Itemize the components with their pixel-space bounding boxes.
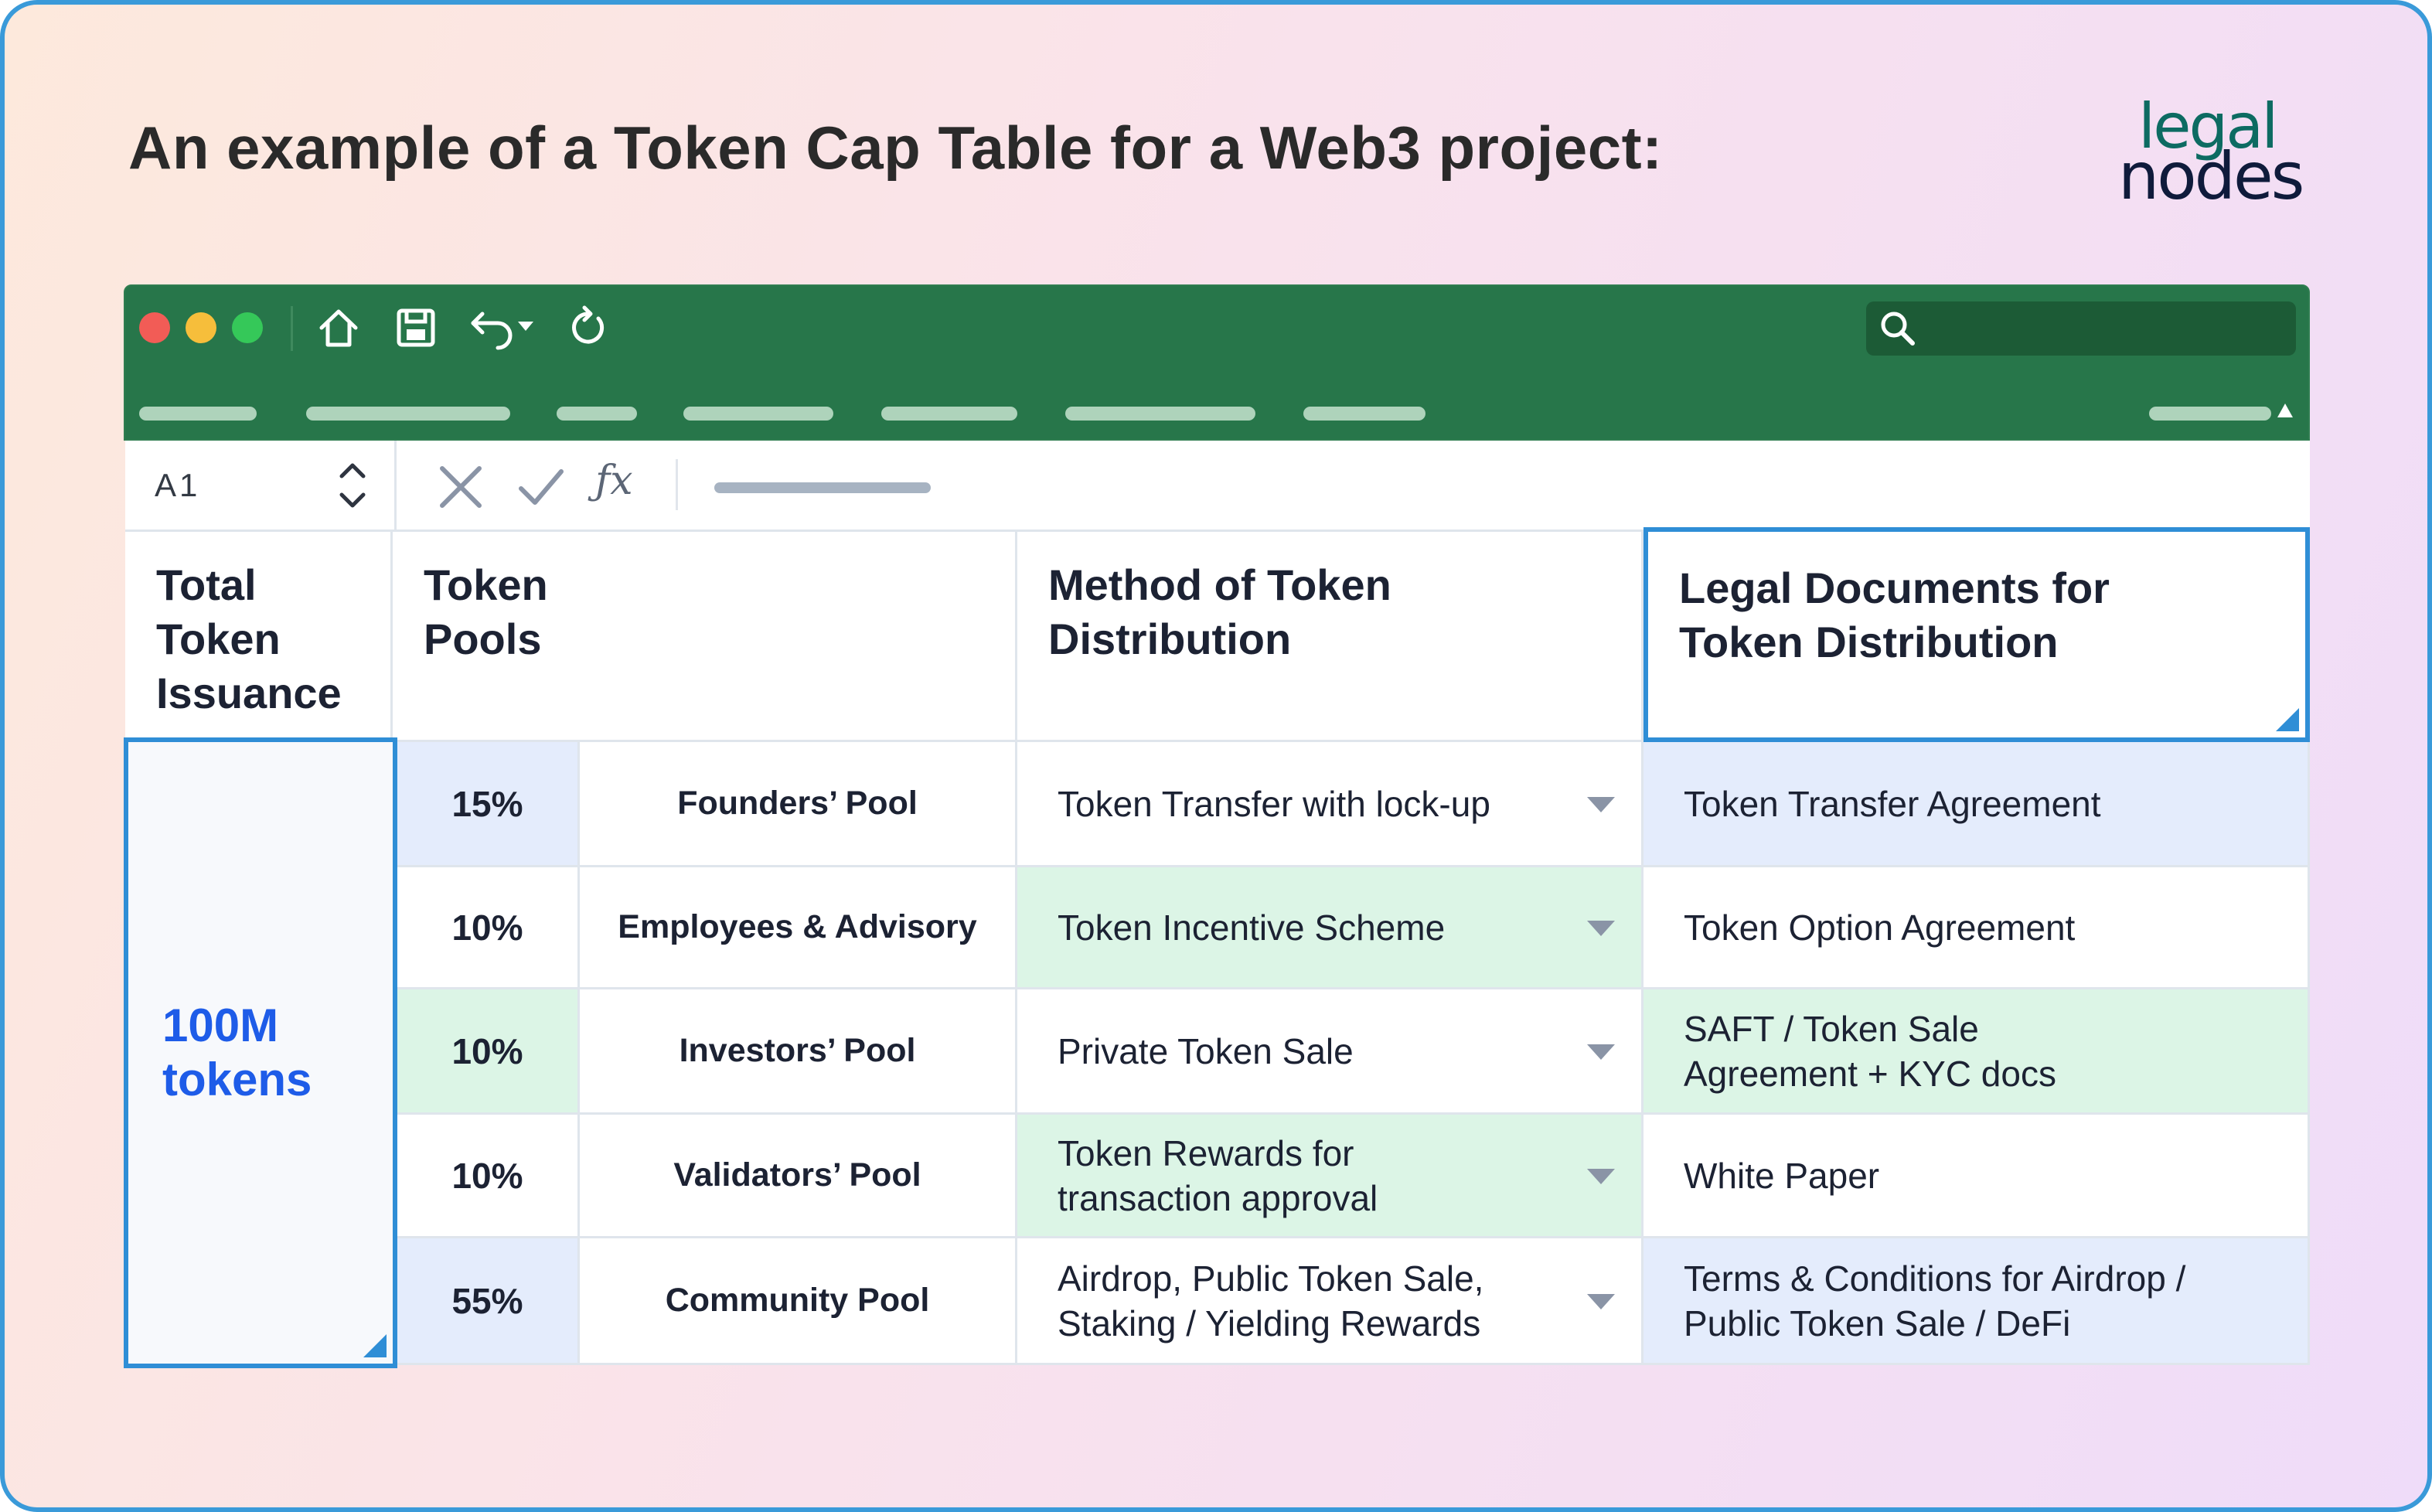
legal-document[interactable]: Terms & Conditions for Airdrop / Public … (1643, 1238, 2310, 1365)
legal-document[interactable]: Token Transfer Agreement (1643, 742, 2310, 867)
function-icon[interactable]: ƒx (595, 458, 633, 504)
distribution-method[interactable]: Token Rewards for transaction approval (1017, 1115, 1643, 1238)
legal-line: Token Transfer Agreement (1684, 783, 2101, 824)
method-line: Token Rewards for (1058, 1132, 1354, 1173)
page-title: An example of a Token Cap Table for a We… (128, 114, 1663, 182)
header-line: Legal Documents for (1679, 564, 2110, 612)
method-line: Airdrop, Public Token Sale, (1058, 1258, 1484, 1299)
header-total-issuance[interactable]: Total Token Issuance (125, 532, 393, 742)
chevron-up-down-icon[interactable] (334, 455, 371, 516)
minimize-window-button[interactable] (186, 312, 216, 343)
dropdown-arrow-icon[interactable] (1587, 796, 1615, 812)
collapse-ribbon-button[interactable] (2277, 404, 2293, 417)
legal-line: SAFT / Token Sale (1684, 1008, 1979, 1049)
header-line: Total (156, 560, 257, 609)
pool-percent[interactable]: 55% (397, 1238, 580, 1365)
method-line: Staking / Yielding Rewards (1058, 1303, 1481, 1343)
method-line: Private Token Sale (1058, 1030, 1354, 1071)
maximize-window-button[interactable] (232, 312, 263, 343)
distribution-method[interactable]: Private Token Sale (1017, 989, 1643, 1115)
legal-document[interactable]: Token Option Agreement (1643, 867, 2310, 989)
fill-handle[interactable] (363, 1334, 387, 1357)
ribbon-tab-2[interactable] (306, 407, 510, 421)
dropdown-arrow-icon[interactable] (1587, 920, 1615, 936)
method-line: Token Incentive Scheme (1058, 907, 1446, 948)
legal-document[interactable]: SAFT / Token Sale Agreement + KYC docs (1643, 989, 2310, 1115)
refresh-icon[interactable] (564, 305, 611, 351)
distribution-method[interactable]: Airdrop, Public Token Sale, Staking / Yi… (1017, 1238, 1643, 1365)
ribbon-tab-5[interactable] (881, 407, 1017, 421)
header-line: Pools (424, 615, 542, 663)
legal-line: Terms & Conditions for Airdrop / (1684, 1258, 2186, 1299)
legal-line: Public Token Sale / DeFi (1684, 1303, 2071, 1343)
home-icon[interactable] (315, 305, 362, 351)
header-line: Token (424, 560, 548, 609)
ribbon-tab-1[interactable] (139, 407, 257, 421)
formula-separator (676, 459, 678, 510)
search-icon (1881, 312, 1915, 346)
header-line: Issuance (156, 669, 342, 717)
ribbon-tab-6[interactable] (1065, 407, 1255, 421)
method-line: transaction approval (1058, 1177, 1378, 1218)
pool-percent[interactable]: 10% (397, 989, 580, 1115)
pool-name[interactable]: Validators’ Pool (580, 1115, 1017, 1238)
cell-reference: A1 (155, 467, 201, 503)
legal-line: White Paper (1684, 1155, 1880, 1196)
legal-document[interactable]: White Paper (1643, 1115, 2310, 1238)
ribbon-tab-8[interactable] (2149, 407, 2271, 421)
spreadsheet-window: A1 ƒx Total Token Issuance Token Pools M… (124, 284, 2310, 1368)
distribution-method[interactable]: Token Transfer with lock-up (1017, 742, 1643, 867)
formula-input[interactable] (714, 482, 931, 493)
formula-bar: A1 ƒx (125, 441, 2310, 532)
legal-line: Token Option Agreement (1684, 907, 2076, 948)
pool-percent[interactable]: 15% (397, 742, 580, 867)
dropdown-arrow-icon[interactable] (1587, 1168, 1615, 1184)
ribbon-tab-4[interactable] (683, 407, 833, 421)
legal-line: Agreement + KYC docs (1684, 1053, 2056, 1094)
name-box[interactable]: A1 (125, 441, 397, 530)
pool-name[interactable]: Community Pool (580, 1238, 1017, 1365)
logo-line-2: nodes (2118, 138, 2304, 214)
header-method[interactable]: Method of Token Distribution (1017, 532, 1643, 742)
legal-nodes-logo: legal nodes (2114, 96, 2314, 220)
pool-percent[interactable]: 10% (397, 867, 580, 989)
pool-name[interactable]: Investors’ Pool (580, 989, 1017, 1115)
pool-name[interactable]: Employees & Advisory (580, 867, 1017, 989)
pool-percent[interactable]: 10% (397, 1115, 580, 1238)
header-line: Method of Token (1048, 560, 1391, 609)
header-token-pools[interactable]: Token Pools (393, 532, 1017, 742)
header-line: Token (156, 615, 281, 663)
pool-name[interactable]: Founders’ Pool (580, 742, 1017, 867)
method-line: Token Transfer with lock-up (1058, 783, 1490, 824)
dropdown-arrow-icon[interactable] (1587, 1293, 1615, 1309)
header-line: Token Distribution (1679, 618, 2059, 666)
token-cap-table: Total Token Issuance Token Pools Method … (124, 527, 2310, 1368)
total-issuance-cell[interactable]: 100M tokens (124, 737, 397, 1368)
total-issuance-value: 100M (162, 999, 279, 1051)
header-legal-documents[interactable]: Legal Documents for Token Distribution (1643, 527, 2310, 742)
distribution-method[interactable]: Token Incentive Scheme (1017, 867, 1643, 989)
dropdown-arrow-icon[interactable] (1587, 1044, 1615, 1060)
toolbar-divider (291, 306, 293, 351)
header-line: Distribution (1048, 615, 1292, 663)
ribbon-tab-3[interactable] (557, 407, 637, 421)
close-window-button[interactable] (139, 312, 170, 343)
confirm-icon[interactable] (516, 462, 566, 512)
ribbon-tab-7[interactable] (1303, 407, 1425, 421)
title-bar (124, 284, 2310, 441)
save-icon[interactable] (393, 305, 439, 351)
cancel-icon[interactable] (436, 462, 485, 512)
search-box[interactable] (1866, 301, 2296, 356)
fill-handle[interactable] (2276, 708, 2299, 731)
total-issuance-unit: tokens (162, 1054, 312, 1105)
undo-icon[interactable] (465, 305, 543, 351)
